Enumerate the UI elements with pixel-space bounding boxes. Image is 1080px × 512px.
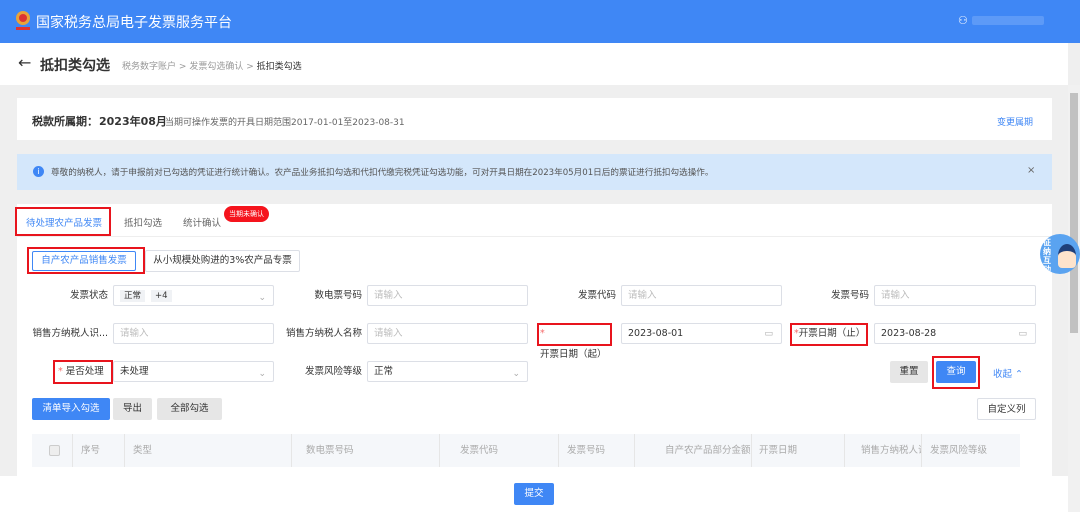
end-date-label-text: 开票日期（止） [798, 328, 866, 339]
start-date-input[interactable]: 2023-08-01 ▭ [621, 323, 782, 344]
select-all-button[interactable]: 全部勾选 [157, 398, 222, 420]
tab-deduct-select[interactable]: 抵扣勾选 [124, 215, 162, 229]
scrollbar[interactable] [1068, 85, 1080, 512]
officer-avatar-icon [1058, 244, 1076, 268]
digital-no-label: 数电票号码 [314, 290, 362, 301]
breadcrumb-sep: > [178, 62, 187, 72]
scrollbar-thumb[interactable] [1070, 93, 1078, 333]
tax-emblem-logo [16, 11, 30, 30]
notice-banner: i 尊敬的纳税人，请于申报前对已勾选的凭证进行统计确认。农产品业务抵扣勾选和代扣… [17, 154, 1052, 190]
reset-button[interactable]: 重置 [890, 361, 928, 383]
end-date-value: 2023-08-28 [881, 328, 937, 339]
breadcrumb-current: 抵扣类勾选 [256, 62, 302, 72]
seller-id-label: 销售方纳税人识... [32, 328, 108, 339]
tab-pending-agri[interactable]: 待处理农产品发票 [26, 215, 102, 229]
processed-label: * 是否处理 [58, 361, 110, 382]
subtab-small-scale[interactable]: 从小规模处购进的3%农产品专票 [145, 250, 300, 272]
risk-value: 正常 [374, 366, 394, 377]
col-header: 销售方纳税人识别 [845, 434, 922, 467]
required-mark: * [58, 366, 63, 377]
period-range: 当期可操作发票的开具日期范围2017-01-01至2023-08-31 [165, 118, 405, 128]
calendar-icon: ▭ [764, 329, 773, 339]
col-header: 发票号码 [559, 434, 635, 467]
import-select-button[interactable]: 清单导入勾选 [32, 398, 110, 420]
breadcrumb-item[interactable]: 税务数字账户 [122, 62, 176, 72]
platform-title: 国家税务总局电子发票服务平台 [36, 15, 232, 31]
code-label: 发票代码 [577, 290, 616, 301]
breadcrumb: 税务数字账户 > 发票勾选确认 > 抵扣类勾选 [122, 59, 302, 72]
breadcrumb-sep: > [246, 62, 254, 72]
chevron-up-icon: ⌃ [1015, 369, 1024, 380]
end-date-label: *开票日期（止） [794, 323, 866, 344]
required-mark: * [540, 328, 545, 339]
col-header: 自产农产品部分金额 [635, 434, 752, 467]
close-icon[interactable]: × [1027, 165, 1035, 176]
start-date-label-text: 开票日期（起） [540, 349, 607, 360]
processed-label-text: 是否处理 [65, 366, 104, 377]
page-title: 抵扣类勾选 [40, 58, 110, 74]
notice-text: 尊敬的纳税人，请于申报前对已勾选的凭证进行统计确认。农产品业务抵扣勾选和代扣代缴… [51, 168, 714, 178]
select-all-checkbox[interactable] [49, 445, 60, 456]
processed-select[interactable]: 未处理 ⌄ [113, 361, 274, 382]
info-icon: i [33, 166, 44, 177]
col-header: 发票代码 [440, 434, 559, 467]
status-tag: 正常 [120, 290, 146, 302]
submit-button[interactable]: 提交 [514, 483, 554, 505]
digital-no-input[interactable]: 请输入 [367, 285, 528, 306]
collapse-link[interactable]: 收起 ⌃ [993, 366, 1023, 380]
seller-name-input[interactable]: 请输入 [367, 323, 528, 344]
tab-stat-confirm[interactable]: 统计确认 [183, 215, 221, 229]
period-label: 税款所属期： [32, 115, 98, 128]
start-date-value: 2023-08-01 [628, 328, 684, 339]
col-header: 数电票号码 [292, 434, 440, 467]
collapse-label: 收起 [993, 369, 1013, 380]
col-header: 序号 [73, 434, 125, 467]
breadcrumb-item[interactable]: 发票勾选确认 [189, 62, 243, 72]
subtab-self-produced[interactable]: 自产农产品销售发票 [32, 251, 136, 271]
seller-id-input[interactable]: 请输入 [113, 323, 274, 344]
chevron-down-icon: ⌄ [512, 369, 520, 379]
top-header: 国家税务总局电子发票服务平台 ⚇ [0, 0, 1080, 43]
unconfirmed-badge: 当期未确认 [224, 206, 269, 222]
code-input[interactable]: 请输入 [621, 285, 782, 306]
number-label: 发票号码 [830, 290, 869, 301]
page-titlebar: ← 抵扣类勾选 税务数字账户 > 发票勾选确认 > 抵扣类勾选 [0, 43, 1068, 85]
query-button[interactable]: 查询 [936, 361, 976, 383]
user-name-masked[interactable] [972, 16, 1044, 25]
col-header: 发票风险等级 [922, 434, 1020, 467]
status-select[interactable]: 正常 +4 ⌄ [113, 285, 274, 306]
tabs-divider [17, 236, 1052, 237]
back-arrow-icon[interactable]: ← [18, 53, 31, 72]
col-header: 类型 [125, 434, 292, 467]
export-button[interactable]: 导出 [113, 398, 152, 420]
status-more-tag: +4 [151, 290, 172, 302]
number-input[interactable]: 请输入 [874, 285, 1036, 306]
calendar-icon: ▭ [1018, 329, 1027, 339]
interactive-helper-widget[interactable]: 征纳互动 [1040, 234, 1080, 274]
col-header: 开票日期 [752, 434, 845, 467]
seller-name-label: 销售方纳税人名称 [285, 328, 362, 339]
risk-select[interactable]: 正常 ⌄ [367, 361, 528, 382]
helper-label: 征纳互动 [1043, 238, 1051, 274]
chevron-down-icon: ⌄ [258, 293, 266, 303]
chevron-down-icon: ⌄ [258, 369, 266, 379]
processed-value: 未处理 [120, 366, 149, 377]
user-icon[interactable]: ⚇ [958, 14, 968, 27]
table-header-checkbox-cell [32, 434, 73, 467]
status-label: 发票状态 [69, 290, 108, 301]
period-card: 税款所属期： 2023年08月 当期可操作发票的开具日期范围2017-01-01… [17, 98, 1052, 140]
risk-label: 发票风险等级 [304, 366, 362, 377]
custom-columns-button[interactable]: 自定义列 [977, 398, 1036, 420]
start-date-label: * 开票日期（起） [540, 323, 610, 365]
period-value: 2023年08月 [99, 115, 167, 128]
change-period-link[interactable]: 变更属期 [997, 115, 1033, 128]
end-date-input[interactable]: 2023-08-28 ▭ [874, 323, 1036, 344]
